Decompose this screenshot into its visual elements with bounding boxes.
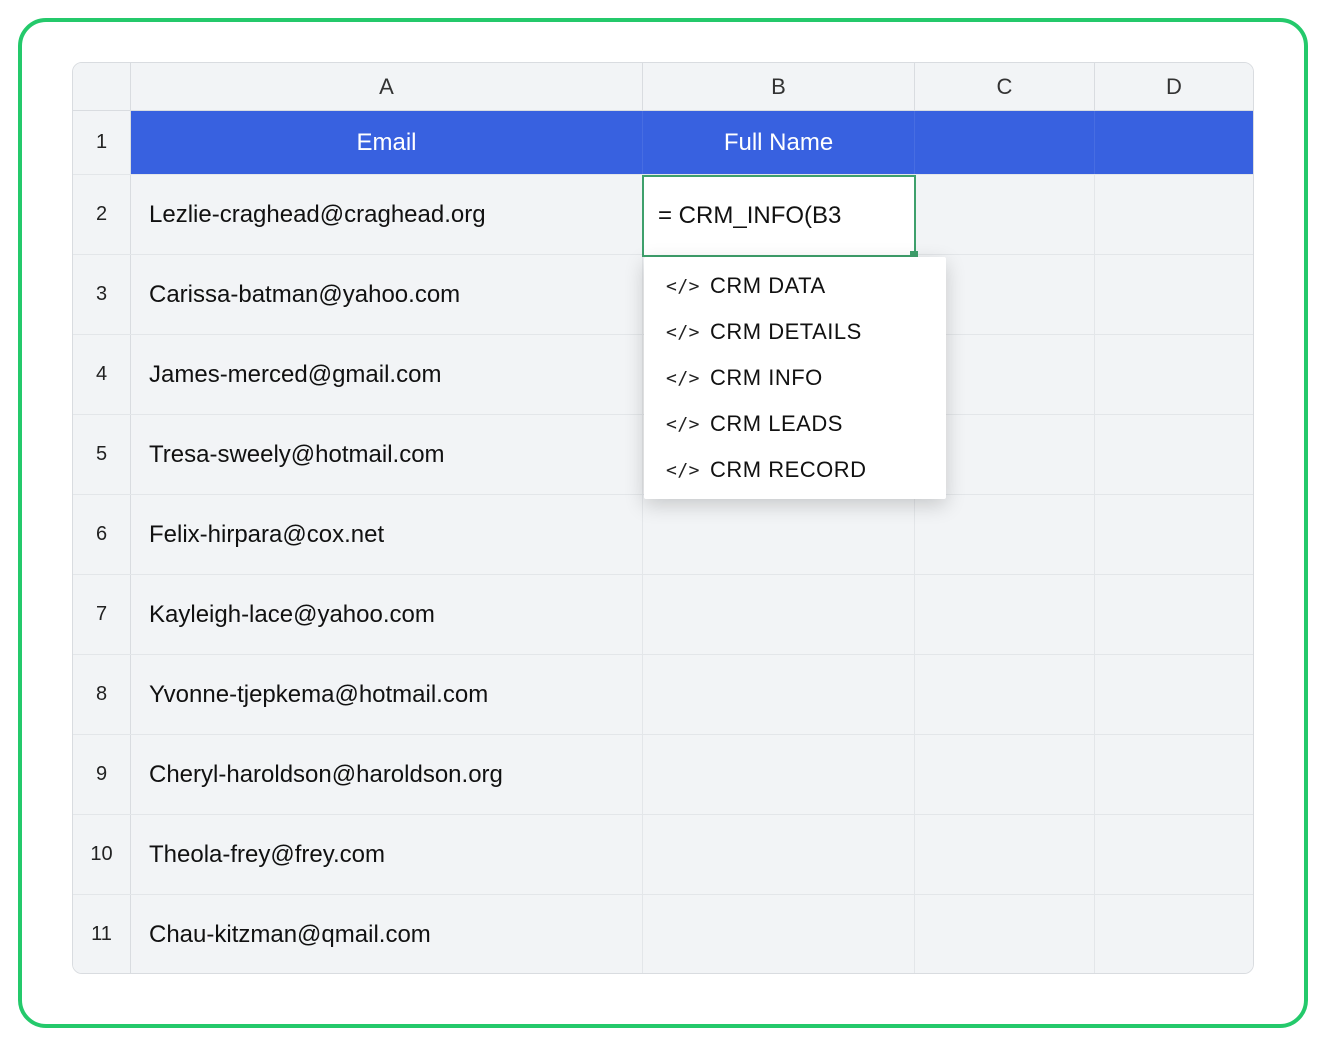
cell[interactable] <box>915 111 1095 174</box>
cell[interactable] <box>643 815 915 894</box>
table-row: 8 Yvonne-tjepkema@hotmail.com <box>73 655 1253 735</box>
cell[interactable] <box>643 655 915 734</box>
autocomplete-option[interactable]: </> CRM DATA <box>644 263 946 309</box>
col-header-b[interactable]: B <box>643 63 915 110</box>
autocomplete-label: CRM DATA <box>710 273 826 299</box>
cell[interactable] <box>643 575 915 654</box>
cell-email[interactable]: Carissa-batman@yahoo.com <box>131 255 643 334</box>
table-row: 11 Chau-kitzman@qmail.com <box>73 895 1253 974</box>
autocomplete-label: CRM INFO <box>710 365 823 391</box>
cell-email[interactable]: James-merced@gmail.com <box>131 335 643 414</box>
autocomplete-label: CRM DETAILS <box>710 319 862 345</box>
cell[interactable] <box>1095 175 1253 254</box>
table-row: 7 Kayleigh-lace@yahoo.com <box>73 575 1253 655</box>
cell[interactable] <box>1095 895 1253 974</box>
app-frame: A B C D 1 Email Full Name 2 Lezlie-cragh… <box>18 18 1308 1028</box>
cell[interactable] <box>1095 575 1253 654</box>
cell[interactable] <box>1095 735 1253 814</box>
header-fullname[interactable]: Full Name <box>643 111 915 174</box>
header-email[interactable]: Email <box>131 111 643 174</box>
cell-email[interactable]: Yvonne-tjepkema@hotmail.com <box>131 655 643 734</box>
row-number[interactable]: 10 <box>73 815 131 894</box>
row-number[interactable]: 6 <box>73 495 131 574</box>
col-header-d[interactable]: D <box>1095 63 1253 110</box>
col-header-c[interactable]: C <box>915 63 1095 110</box>
code-icon: </> <box>666 322 700 343</box>
row-number[interactable]: 8 <box>73 655 131 734</box>
autocomplete-option[interactable]: </> CRM INFO <box>644 355 946 401</box>
row-number[interactable]: 7 <box>73 575 131 654</box>
cell-email[interactable]: Lezlie-craghead@craghead.org <box>131 175 643 254</box>
select-all-corner[interactable] <box>73 63 131 110</box>
cell[interactable] <box>1095 495 1253 574</box>
row-number[interactable]: 2 <box>73 175 131 254</box>
spreadsheet: A B C D 1 Email Full Name 2 Lezlie-cragh… <box>72 62 1254 974</box>
code-icon: </> <box>666 414 700 435</box>
cell-email[interactable]: Kayleigh-lace@yahoo.com <box>131 575 643 654</box>
cell[interactable] <box>1095 335 1253 414</box>
cell-email[interactable]: Felix-hirpara@cox.net <box>131 495 643 574</box>
cell[interactable] <box>915 655 1095 734</box>
code-icon: </> <box>666 276 700 297</box>
cell[interactable] <box>915 735 1095 814</box>
cell[interactable] <box>1095 415 1253 494</box>
cell[interactable] <box>1095 815 1253 894</box>
code-icon: </> <box>666 368 700 389</box>
cell-active[interactable] <box>643 175 915 254</box>
row-number[interactable]: 3 <box>73 255 131 334</box>
cell-email[interactable]: Chau-kitzman@qmail.com <box>131 895 643 974</box>
cell[interactable] <box>643 495 915 574</box>
formula-autocomplete: </> CRM DATA </> CRM DETAILS </> CRM INF… <box>644 257 946 499</box>
autocomplete-label: CRM LEADS <box>710 411 843 437</box>
cell-email[interactable]: Theola-frey@frey.com <box>131 815 643 894</box>
cell[interactable] <box>1095 255 1253 334</box>
row-number[interactable]: 11 <box>73 895 131 974</box>
cell[interactable] <box>915 815 1095 894</box>
table-row: 2 Lezlie-craghead@craghead.org <box>73 175 1253 255</box>
cell[interactable] <box>915 895 1095 974</box>
cell[interactable] <box>915 175 1095 254</box>
row-number[interactable]: 9 <box>73 735 131 814</box>
autocomplete-option[interactable]: </> CRM LEADS <box>644 401 946 447</box>
table-row: 6 Felix-hirpara@cox.net <box>73 495 1253 575</box>
autocomplete-option[interactable]: </> CRM DETAILS <box>644 309 946 355</box>
cell[interactable] <box>915 495 1095 574</box>
cell-email[interactable]: Tresa-sweely@hotmail.com <box>131 415 643 494</box>
autocomplete-label: CRM RECORD <box>710 457 867 483</box>
cell[interactable] <box>643 895 915 974</box>
row-number[interactable]: 5 <box>73 415 131 494</box>
cell[interactable] <box>1095 111 1253 174</box>
col-header-a[interactable]: A <box>131 63 643 110</box>
code-icon: </> <box>666 460 700 481</box>
table-row: 10 Theola-frey@frey.com <box>73 815 1253 895</box>
table-row: 9 Cheryl-haroldson@haroldson.org <box>73 735 1253 815</box>
row-number[interactable]: 1 <box>73 111 131 174</box>
cell[interactable] <box>1095 655 1253 734</box>
cell[interactable] <box>643 735 915 814</box>
cell[interactable] <box>915 575 1095 654</box>
row-number[interactable]: 4 <box>73 335 131 414</box>
table-row: 1 Email Full Name <box>73 111 1253 175</box>
autocomplete-option[interactable]: </> CRM RECORD <box>644 447 946 493</box>
column-headers: A B C D <box>73 63 1253 111</box>
cell-email[interactable]: Cheryl-haroldson@haroldson.org <box>131 735 643 814</box>
